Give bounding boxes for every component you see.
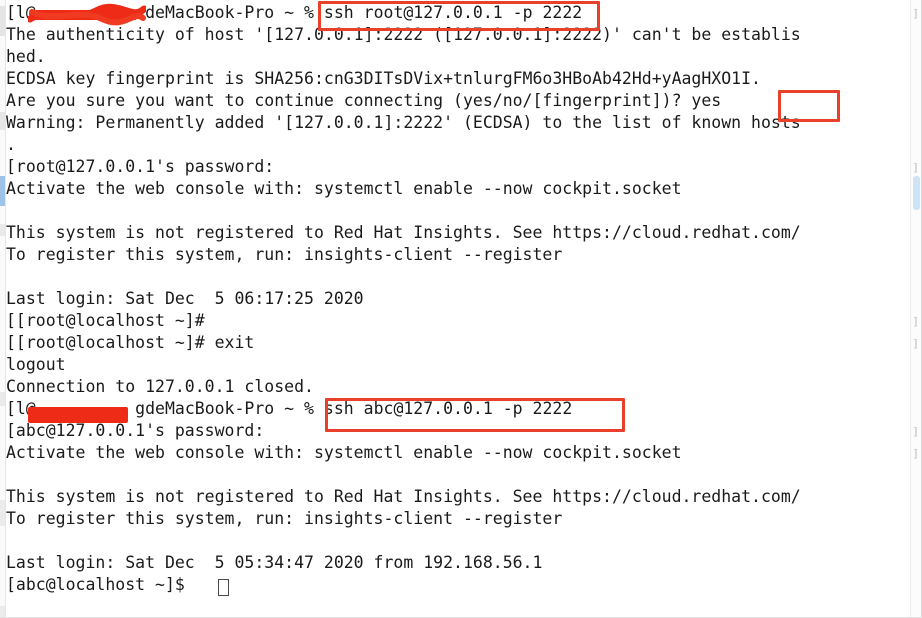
terminal-line: Connection to 127.0.0.1 closed. xyxy=(6,377,314,396)
wrap-marker: ] xyxy=(912,425,919,438)
terminal-line-final-prompt: [abc@localhost ~]$ xyxy=(6,575,195,594)
terminal-line: To register this system, run: insights-c… xyxy=(6,245,563,264)
gutter-mark xyxy=(0,224,5,236)
terminal-screen[interactable]: [l@xxxxxxxxxxxdeMacBook-Pro ~ % ssh root… xyxy=(6,0,912,617)
terminal-line: Are you sure you want to continue connec… xyxy=(6,91,722,110)
right-gutter-strip[interactable]: ] ] ] ] ] ] xyxy=(910,0,921,617)
terminal-line: This system is not registered to Red Hat… xyxy=(6,223,801,242)
gutter-mark xyxy=(0,112,5,130)
prompt-suffix: gdeMacBook-Pro ~ % xyxy=(135,399,324,418)
terminal-line-prompt-root: [l@xxxxxxxxxxxdeMacBook-Pro ~ % ssh root… xyxy=(6,2,582,24)
terminal-line: Warning: Permanently added '[127.0.0.1]:… xyxy=(6,113,801,132)
terminal-line: ECDSA key fingerprint is SHA256:cnG3DITs… xyxy=(6,69,761,88)
terminal-window[interactable]: [l@xxxxxxxxxxxdeMacBook-Pro ~ % ssh root… xyxy=(0,0,922,618)
gutter-mark xyxy=(0,500,5,526)
gutter-mark xyxy=(0,6,5,36)
terminal-line: logout xyxy=(6,355,66,374)
terminal-cursor xyxy=(218,579,229,596)
terminal-line: The authenticity of host '[127.0.0.1]:22… xyxy=(6,25,801,44)
ssh-abc-command-text: ssh abc@127.0.0.1 -p 2222 xyxy=(323,399,573,418)
terminal-line: [[root@localhost ~]# xyxy=(6,311,205,330)
prompt-prefix: [l@ xyxy=(6,399,36,418)
prompt-prefix: [l@ xyxy=(6,3,36,22)
gutter-scroll-thumb[interactable] xyxy=(0,176,5,206)
terminal-line-prompt-abc: [l@xxxxxxxxxxgdeMacBook-Pro ~ % ssh abc@… xyxy=(6,398,572,420)
terminal-line: To register this system, run: insights-c… xyxy=(6,509,563,528)
wrap-marker: ] xyxy=(912,447,919,460)
prompt-suffix: deMacBook-Pro ~ % xyxy=(145,3,324,22)
terminal-line: . xyxy=(6,135,16,154)
wrap-marker: ] xyxy=(912,161,919,174)
gutter-mark xyxy=(0,392,5,406)
wrap-marker: ] xyxy=(912,337,919,350)
terminal-line: [root@127.0.0.1's password: xyxy=(6,157,275,176)
terminal-line: hed. xyxy=(6,47,46,66)
terminal-line: Last login: Sat Dec 5 05:34:47 2020 from… xyxy=(6,553,543,572)
ssh-root-command-text: ssh root@127.0.0.1 -p 2222 xyxy=(323,3,583,22)
terminal-line: Last login: Sat Dec 5 06:17:25 2020 xyxy=(6,289,364,308)
terminal-line: Activate the web console with: systemctl… xyxy=(6,443,682,462)
wrap-marker: ] xyxy=(912,315,919,328)
gutter-mark xyxy=(0,606,5,617)
right-scroll-thumb[interactable] xyxy=(913,176,920,210)
wrap-marker: ] xyxy=(912,7,919,20)
terminal-line: This system is not registered to Red Hat… xyxy=(6,487,801,506)
terminal-line: [[root@localhost ~]# exit xyxy=(6,333,255,352)
terminal-line: Activate the web console with: systemctl… xyxy=(6,179,682,198)
terminal-line: [abc@127.0.0.1's password: xyxy=(6,421,265,440)
